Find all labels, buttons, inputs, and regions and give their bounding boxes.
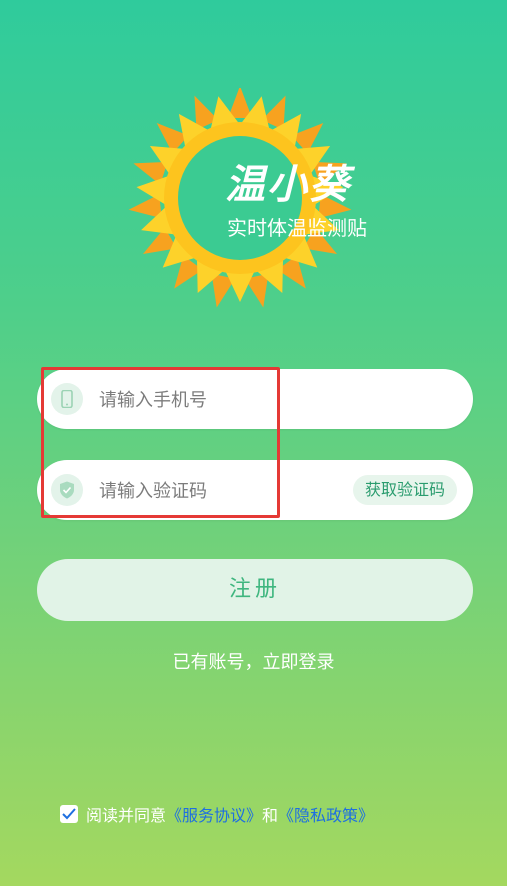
get-code-button[interactable]: 获取验证码 [352, 475, 457, 505]
agreement-prefix: 阅读并同意 [86, 806, 167, 825]
agreement-checkbox[interactable] [60, 805, 78, 823]
app-name: 温小葵 [225, 162, 351, 208]
checkmark-icon [62, 808, 76, 820]
privacy-policy-link[interactable]: 《隐私政策》 [278, 802, 374, 826]
service-terms-link[interactable]: 《服务协议》 [166, 802, 262, 826]
input-highlight-box [41, 367, 280, 518]
agreement-row: 阅读并同意 《服务协议》 和 《隐私政策》 [60, 802, 374, 826]
app-tagline: 实时体温监测贴 [227, 216, 367, 240]
sunflower-logo: 温小葵 实时体温监测贴 [125, 88, 385, 308]
login-link[interactable]: 已有账号，立即登录 [0, 648, 507, 674]
agreement-and: 和 [262, 806, 279, 825]
register-button[interactable]: 注册 [37, 559, 473, 621]
